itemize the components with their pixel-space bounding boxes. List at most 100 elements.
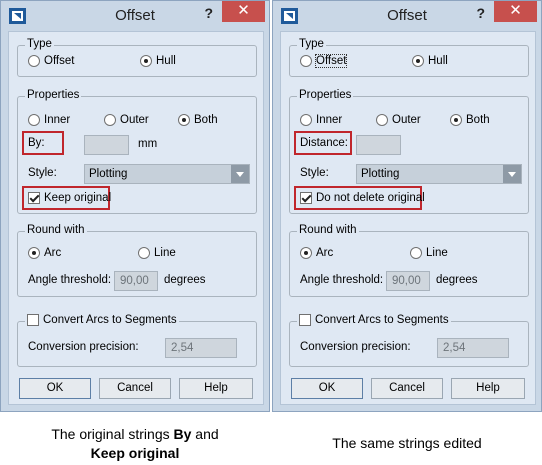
cancel-button[interactable]: Cancel (99, 378, 171, 399)
close-button[interactable]: ✕ (494, 1, 537, 22)
angle-threshold-input[interactable]: 90,00 (114, 271, 158, 291)
hull-radio[interactable]: Hull (412, 55, 448, 67)
line-radio[interactable]: Line (138, 247, 176, 259)
convert-arcs-checkbox-row[interactable]: Convert Arcs to Segments (297, 314, 451, 326)
title-bar: Offset ? ✕ (273, 1, 541, 31)
left-caption-prefix: The original strings (51, 426, 174, 442)
by-label: By: (28, 137, 45, 149)
mm-unit-label: mm (138, 138, 158, 150)
arc-radio-circle (300, 247, 312, 259)
degrees-unit-label: degrees (164, 274, 206, 286)
left-caption-by: By (173, 426, 192, 442)
round-with-group: Round with Arc Line Angle threshold: 90,… (17, 224, 257, 297)
arc-radio-label: Arc (44, 247, 62, 259)
properties-group: Properties Inner Outer Both By: mm Style… (17, 89, 257, 214)
conversion-precision-label: Conversion precision: (28, 341, 139, 353)
keep-original-highlight: Keep original (22, 186, 112, 210)
arc-radio[interactable]: Arc (28, 247, 61, 259)
degrees-unit-label: degrees (436, 274, 478, 286)
do-not-delete-original-label: Do not delete original (316, 192, 425, 204)
inner-radio-circle (300, 114, 312, 126)
inner-radio[interactable]: Inner (300, 114, 342, 126)
offset-radio[interactable]: Offset (28, 55, 74, 67)
angle-threshold-input[interactable]: 90,00 (386, 271, 430, 291)
angle-threshold-label: Angle threshold: (28, 274, 112, 286)
type-group: Type Offset Hull (17, 38, 257, 77)
hull-radio-circle (412, 55, 424, 67)
both-radio-label: Both (194, 114, 218, 126)
both-radio[interactable]: Both (450, 114, 490, 126)
conversion-precision-input[interactable]: 2,54 (437, 338, 509, 358)
outer-radio-circle (376, 114, 388, 126)
convert-group: Convert Arcs to Segments Conversion prec… (289, 314, 529, 367)
arc-radio[interactable]: Arc (300, 247, 333, 259)
offset-radio-circle (28, 55, 40, 67)
conversion-precision-label: Conversion precision: (300, 341, 411, 353)
hull-radio-circle (140, 55, 152, 67)
angle-threshold-label: Angle threshold: (300, 274, 384, 286)
distance-input[interactable] (356, 135, 401, 155)
by-label-highlight: By: (22, 131, 64, 155)
outer-radio-label: Outer (120, 114, 149, 126)
both-radio-circle (178, 114, 190, 126)
by-input[interactable] (84, 135, 129, 155)
convert-arcs-checkbox[interactable] (27, 314, 39, 326)
convert-group: Convert Arcs to Segments Conversion prec… (17, 314, 257, 367)
type-group: Type Offset Hull (289, 38, 529, 77)
offset-radio-label: Offset (314, 54, 348, 68)
outer-radio-label: Outer (392, 114, 421, 126)
left-caption: The original strings By and Keep origina… (0, 425, 270, 463)
round-with-group: Round with Arc Line Angle threshold: 90,… (289, 224, 529, 297)
ok-button[interactable]: OK (291, 378, 363, 399)
arc-radio-label: Arc (316, 247, 334, 259)
inner-radio-label: Inner (44, 114, 71, 126)
help-icon[interactable]: ? (476, 5, 485, 21)
outer-radio[interactable]: Outer (376, 114, 421, 126)
left-offset-dialog: Offset ? ✕ Type Offset Hull Properties I… (0, 0, 270, 412)
properties-group: Properties Inner Outer Both Distance: St… (289, 89, 529, 214)
convert-arcs-checkbox[interactable] (299, 314, 311, 326)
type-group-title: Type (25, 38, 54, 50)
keep-original-checkbox[interactable] (28, 192, 40, 204)
style-label: Style: (28, 167, 57, 179)
help-button[interactable]: Help (451, 378, 525, 399)
properties-group-title: Properties (297, 89, 354, 101)
hull-radio-label: Hull (428, 55, 448, 67)
distance-label-highlight: Distance: (294, 131, 352, 155)
style-select-value: Plotting (89, 168, 128, 180)
line-radio-circle (410, 247, 422, 259)
round-with-group-title: Round with (297, 224, 359, 236)
help-icon[interactable]: ? (204, 5, 213, 21)
right-caption: The same strings edited (332, 435, 482, 451)
conversion-precision-input[interactable]: 2,54 (165, 338, 237, 358)
offset-radio[interactable]: Offset (300, 54, 348, 68)
style-select[interactable]: Plotting (356, 164, 522, 184)
type-group-title: Type (297, 38, 326, 50)
both-radio[interactable]: Both (178, 114, 218, 126)
both-radio-label: Both (466, 114, 490, 126)
inner-radio[interactable]: Inner (28, 114, 70, 126)
keep-original-label: Keep original (44, 192, 112, 204)
dialog-body: Type Offset Hull Properties Inner Outer (8, 31, 264, 405)
do-not-delete-original-highlight: Do not delete original (294, 186, 425, 210)
left-caption-and: and (191, 426, 219, 442)
do-not-delete-original-checkbox[interactable] (300, 192, 312, 204)
style-label: Style: (300, 167, 329, 179)
convert-arcs-label: Convert Arcs to Segments (43, 314, 177, 326)
distance-label: Distance: (300, 137, 348, 149)
line-radio[interactable]: Line (410, 247, 448, 259)
ok-button[interactable]: OK (19, 378, 91, 399)
line-radio-circle (138, 247, 150, 259)
help-button[interactable]: Help (179, 378, 253, 399)
outer-radio[interactable]: Outer (104, 114, 149, 126)
style-select[interactable]: Plotting (84, 164, 250, 184)
convert-arcs-checkbox-row[interactable]: Convert Arcs to Segments (25, 314, 179, 326)
properties-group-title: Properties (25, 89, 82, 101)
round-with-group-title: Round with (25, 224, 87, 236)
cancel-button[interactable]: Cancel (371, 378, 443, 399)
close-button[interactable]: ✕ (222, 1, 265, 22)
dialog-body: Type Offset Hull Properties Inner Outer (280, 31, 536, 405)
line-radio-label: Line (426, 247, 448, 259)
hull-radio[interactable]: Hull (140, 55, 176, 67)
offset-radio-label: Offset (44, 55, 75, 67)
